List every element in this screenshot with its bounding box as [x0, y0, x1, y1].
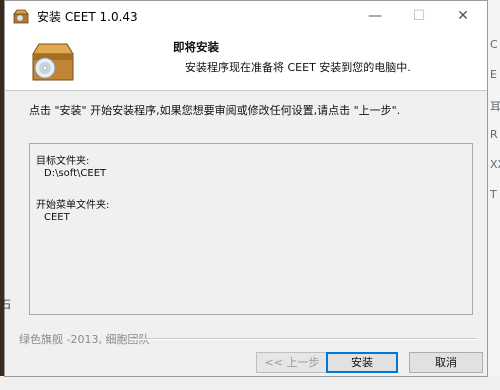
separator-line: [131, 338, 477, 340]
background-char: E: [490, 68, 497, 81]
desktop-background-bottom: [0, 376, 500, 390]
background-char: 耳: [490, 100, 500, 113]
desktop-background-right: C E 耳 R XX T: [488, 0, 500, 390]
installer-box-icon: [32, 43, 74, 81]
background-char: C: [490, 38, 498, 51]
title-bar[interactable]: 安装 CEET 1.0.43 — ☐ ✕: [5, 1, 487, 31]
wizard-header: 即将安装 安装程序现在准备将 CEET 安装到您的电脑中.: [5, 31, 487, 91]
back-button[interactable]: << 上一步: [256, 352, 328, 373]
target-folder-label: 目标文件夹:: [36, 156, 90, 167]
header-subtitle: 安装程序现在准备将 CEET 安装到您的电脑中.: [185, 61, 411, 74]
maximize-button[interactable]: ☐: [397, 1, 441, 31]
background-char: XX: [490, 158, 500, 171]
instruction-text: 点击 "安装" 开始安装程序,如果您想要审阅或修改任何设置,请点击 "上一步".: [29, 104, 401, 117]
branding-text: 绿色旗舰 -2013, 细胞团队: [19, 333, 150, 346]
target-folder-value: D:\soft\CEET: [44, 168, 107, 179]
close-button[interactable]: ✕: [441, 1, 485, 31]
header-title: 即将安装: [173, 40, 219, 54]
background-char: T: [490, 188, 497, 201]
settings-summary-box: 目标文件夹: D:\soft\CEET 开始菜单文件夹: CEET: [29, 143, 473, 315]
background-char-left: 石: [0, 298, 11, 311]
installer-window: 安装 CEET 1.0.43 — ☐ ✕ 即将安装 安装程序现在准备将 CEET…: [4, 0, 488, 377]
cancel-button[interactable]: 取消: [409, 352, 483, 373]
background-char: R: [490, 128, 498, 141]
installer-icon: [13, 9, 29, 24]
minimize-button[interactable]: —: [353, 1, 397, 31]
window-title: 安装 CEET 1.0.43: [37, 10, 138, 24]
start-menu-label: 开始菜单文件夹:: [36, 200, 110, 211]
install-button[interactable]: 安装: [326, 352, 398, 373]
start-menu-value: CEET: [44, 212, 70, 223]
